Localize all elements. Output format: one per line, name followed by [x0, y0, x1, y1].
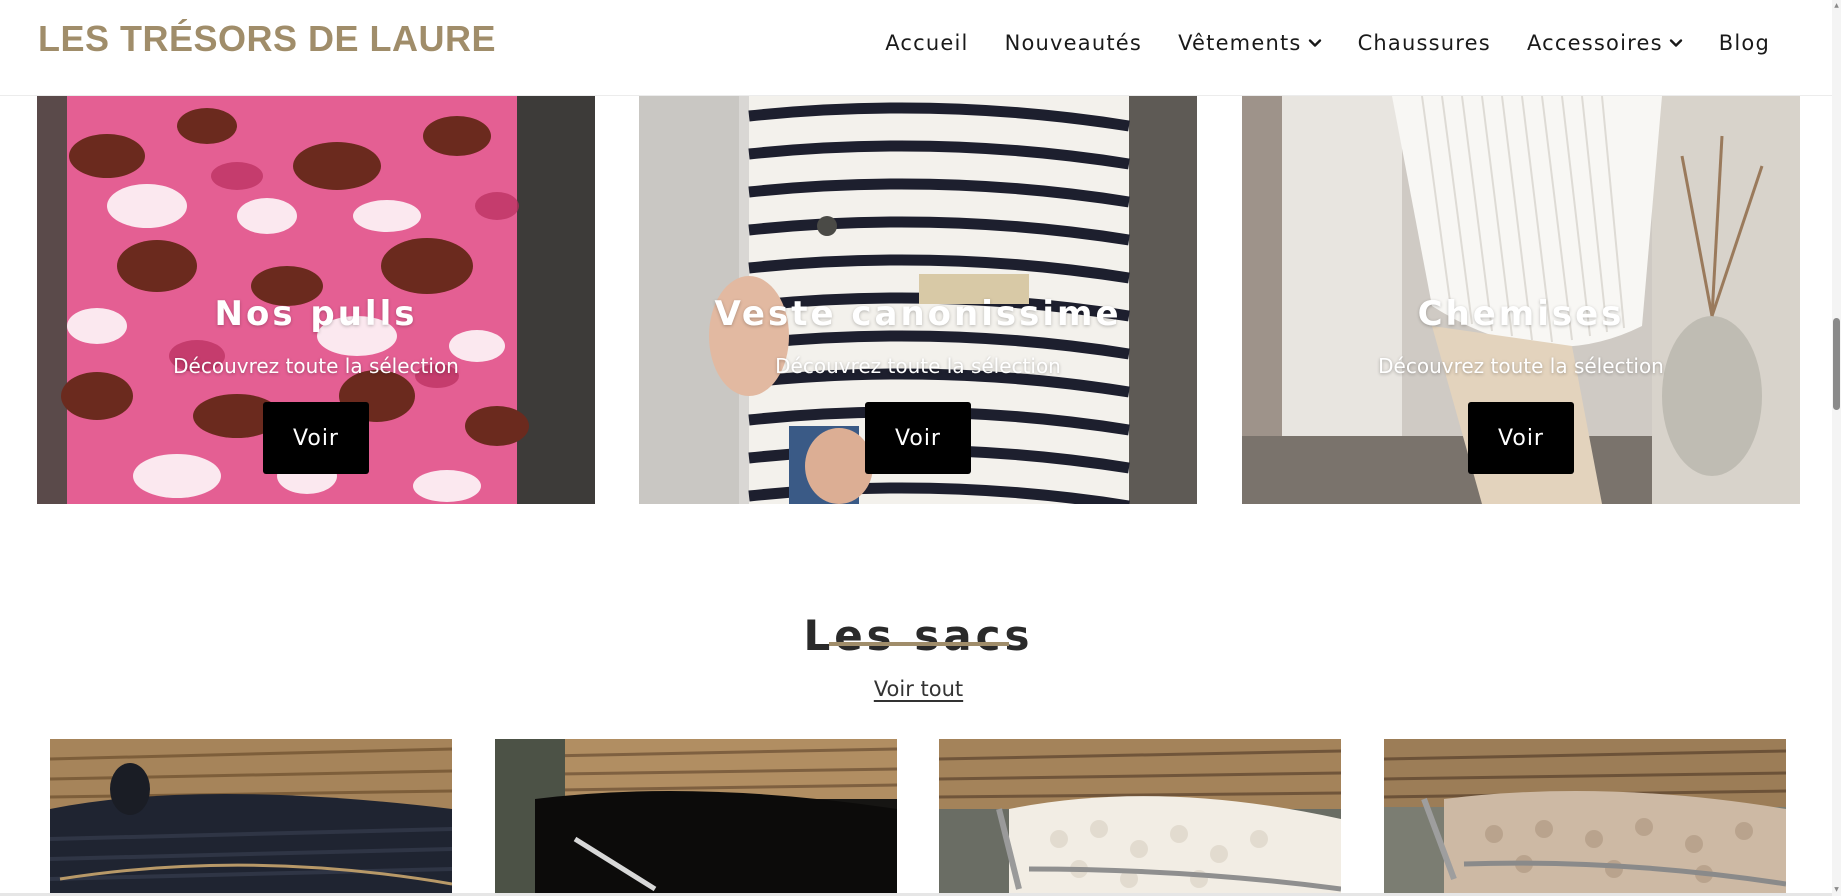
- site-header: LES TRÉSORS DE LAURE Accueil Nouveautés …: [0, 0, 1832, 96]
- nav-item-accueil[interactable]: Accueil: [885, 31, 968, 55]
- nav-label: Vêtements: [1178, 31, 1302, 55]
- scroll-up-arrow-icon[interactable]: ▲: [1833, 2, 1840, 10]
- collection-view-button[interactable]: Voir: [865, 402, 971, 474]
- section-title: Les sacs: [803, 610, 1034, 660]
- view-all-link[interactable]: Voir tout: [874, 677, 963, 701]
- nav-label: Blog: [1718, 31, 1770, 55]
- nav-item-nouveautes[interactable]: Nouveautés: [1005, 31, 1143, 55]
- product-image: [50, 739, 452, 896]
- product-card[interactable]: [495, 739, 897, 896]
- product-image: [939, 739, 1341, 896]
- nav-item-vetements[interactable]: Vêtements: [1178, 31, 1321, 55]
- view-all-wrapper: Voir tout: [0, 677, 1837, 701]
- collection-tiles: Nos pulls Découvrez toute la sélection V…: [0, 96, 1832, 504]
- nav-label: Accueil: [885, 31, 969, 55]
- bags-product-grid: [0, 739, 1837, 896]
- main-nav: Accueil Nouveautés Vêtements Chaussures …: [885, 0, 1770, 86]
- collection-subtitle: Découvrez toute la sélection: [173, 354, 459, 378]
- section-divider: [829, 642, 1009, 646]
- collection-subtitle: Découvrez toute la sélection: [1378, 354, 1664, 378]
- product-card[interactable]: [50, 739, 452, 896]
- site-logo[interactable]: LES TRÉSORS DE LAURE: [38, 18, 496, 60]
- scroll-thumb[interactable]: [1833, 318, 1840, 410]
- nav-label: Nouveautés: [1004, 31, 1143, 55]
- collection-title: Veste canonissime: [714, 294, 1122, 334]
- product-image: [495, 739, 897, 896]
- page: LES TRÉSORS DE LAURE Accueil Nouveautés …: [0, 0, 1841, 896]
- collection-tile-veste[interactable]: Veste canonissime Découvrez toute la sél…: [639, 96, 1197, 504]
- nav-item-blog[interactable]: Blog: [1719, 31, 1770, 55]
- nav-item-accessoires[interactable]: Accessoires: [1527, 31, 1683, 55]
- product-card[interactable]: [939, 739, 1341, 896]
- collection-subtitle: Découvrez toute la sélection: [775, 354, 1061, 378]
- collection-title: Chemises: [1417, 294, 1625, 334]
- collection-view-button[interactable]: Voir: [1468, 402, 1574, 474]
- nav-label: Chaussures: [1357, 31, 1491, 55]
- collection-view-button[interactable]: Voir: [263, 402, 369, 474]
- collection-tile-chemises[interactable]: Chemises Découvrez toute la sélection Vo…: [1242, 96, 1800, 504]
- nav-label: Accessoires: [1526, 31, 1663, 55]
- scroll-down-arrow-icon[interactable]: ▼: [1833, 886, 1840, 894]
- chevron-down-icon: [1308, 39, 1321, 47]
- product-image: [1384, 739, 1786, 896]
- product-card[interactable]: [1384, 739, 1786, 896]
- nav-item-chaussures[interactable]: Chaussures: [1358, 31, 1491, 55]
- collection-title: Nos pulls: [214, 294, 418, 334]
- collection-tile-pulls[interactable]: Nos pulls Découvrez toute la sélection V…: [37, 96, 595, 504]
- scrollbar[interactable]: ▲ ▼: [1832, 0, 1841, 896]
- chevron-down-icon: [1669, 39, 1682, 47]
